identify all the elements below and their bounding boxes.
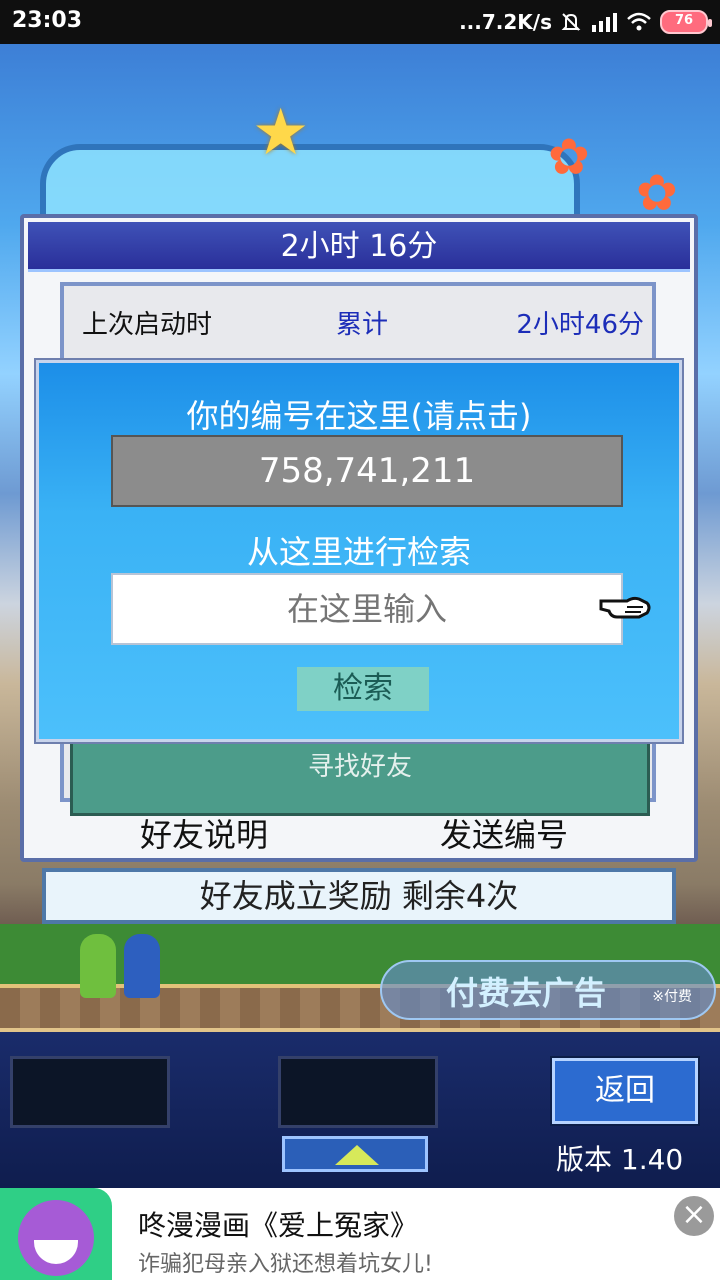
- flower-icon: ✿: [548, 128, 590, 186]
- star-icon: ★: [252, 96, 310, 170]
- cumulative-label: 累计: [336, 310, 389, 340]
- network-speed: ...7.2K/s: [459, 10, 552, 34]
- dock-slot-1[interactable]: [10, 1056, 170, 1128]
- close-icon[interactable]: ×: [674, 1196, 714, 1236]
- battery-icon: 76: [660, 10, 712, 34]
- id-dialog: 你的编号在这里(请点击) 758,741,211 从这里进行检索 检索: [34, 358, 684, 744]
- status-time: 23:03: [12, 8, 83, 33]
- friend-reward-bar: 好友成立奖励 剩余4次: [42, 868, 676, 924]
- expand-button[interactable]: [282, 1136, 428, 1172]
- up-arrow-icon: [335, 1145, 379, 1165]
- remove-ads-label: 付费去广告: [446, 974, 607, 1012]
- send-id-button[interactable]: 发送编号: [440, 810, 568, 856]
- ad-app-icon: [0, 1188, 112, 1280]
- last-launch-label: 上次启动时: [82, 310, 213, 340]
- signal-icon: [592, 13, 617, 32]
- id-number-box[interactable]: 758,741,211: [111, 435, 623, 507]
- back-button[interactable]: 返回: [550, 1056, 700, 1126]
- character-elder: [80, 934, 116, 998]
- ad-subtitle: 诈骗犯母亲入狱还想着坑女儿!: [138, 1252, 433, 1277]
- friend-help-button[interactable]: 好友说明: [140, 810, 268, 856]
- status-bar: 23:03 ...7.2K/s 76: [0, 0, 720, 44]
- find-friends-button[interactable]: 寻找好友: [73, 746, 647, 783]
- version-label: 版本 1.40: [556, 1143, 684, 1176]
- pointing-hand-icon: [599, 596, 651, 619]
- mute-icon: [561, 13, 581, 31]
- id-prompt: 你的编号在这里(请点击): [186, 397, 532, 435]
- remove-ads-button[interactable]: 付费去广告 ※付费: [380, 960, 716, 1020]
- ad-title: 咚漫漫画《爱上冤家》: [138, 1209, 419, 1242]
- search-input[interactable]: [111, 573, 623, 645]
- wifi-icon: [627, 12, 651, 31]
- bottom-dock: 返回 版本 1.40: [0, 1028, 720, 1188]
- character-boy: [124, 934, 160, 998]
- ad-banner[interactable]: 咚漫漫画《爱上冤家》 诈骗犯母亲入狱还想着坑女儿! ×: [0, 1188, 720, 1280]
- status-icons: ...7.2K/s 76: [459, 8, 712, 36]
- monster-face-icon: [18, 1200, 94, 1276]
- search-button[interactable]: 检索: [297, 667, 429, 711]
- remove-ads-sublabel: ※付费: [652, 989, 692, 1005]
- dock-slot-2[interactable]: [278, 1056, 438, 1128]
- cumulative-value: 2小时46分: [516, 310, 644, 340]
- panel-title: 2小时 16分: [28, 222, 690, 272]
- search-title: 从这里进行检索: [246, 533, 471, 571]
